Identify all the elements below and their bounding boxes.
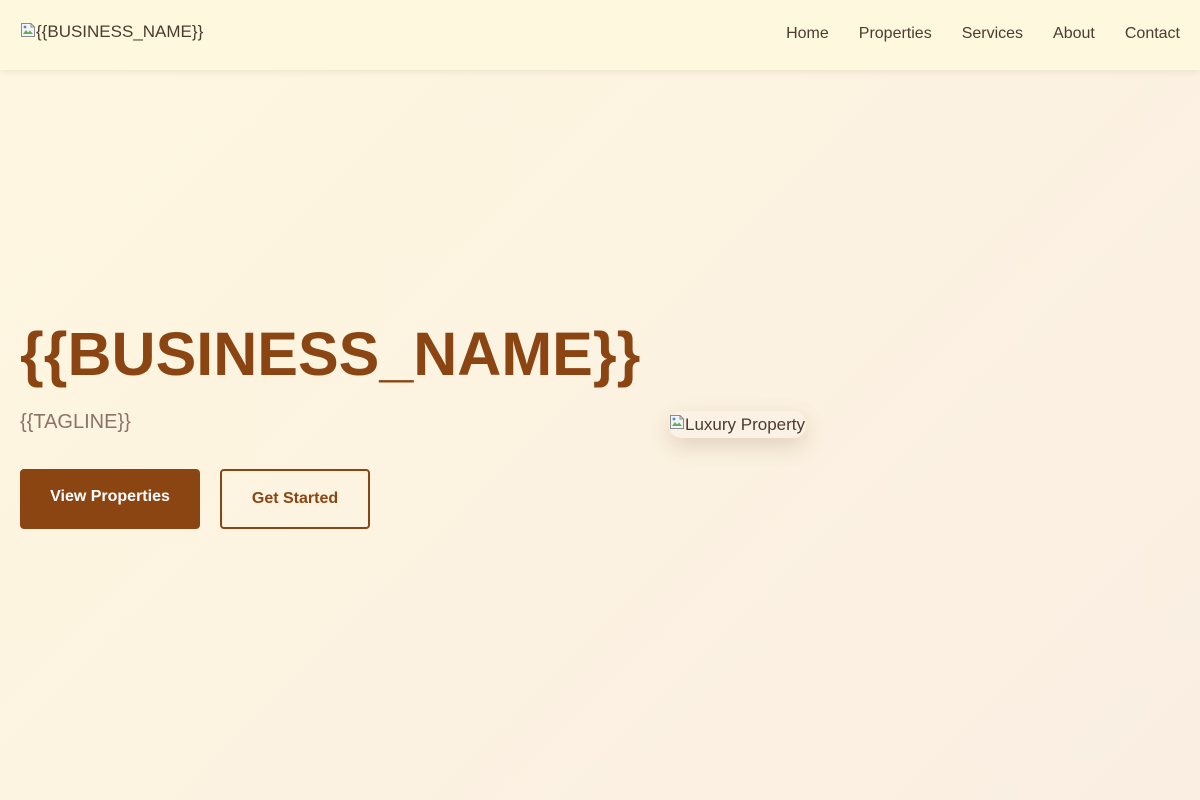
main-nav: Home Properties Services About Contact <box>786 24 1180 44</box>
nav-services[interactable]: Services <box>962 24 1023 44</box>
hero-title: {{BUSINESS_NAME}} <box>20 320 641 388</box>
hero-image: Luxury Property <box>669 411 806 438</box>
broken-image-icon <box>670 414 684 429</box>
site-header: {{BUSINESS_NAME}} Home Properties Servic… <box>0 0 1200 70</box>
nav-home[interactable]: Home <box>786 24 829 44</box>
broken-image-icon <box>21 23 35 37</box>
nav-contact[interactable]: Contact <box>1125 24 1180 44</box>
get-started-button[interactable]: Get Started <box>220 469 370 529</box>
hero-tagline: {{TAGLINE}} <box>20 411 131 433</box>
view-properties-button[interactable]: View Properties <box>20 469 200 529</box>
logo[interactable]: {{BUSINESS_NAME}} <box>20 22 203 42</box>
logo-alt-text: {{BUSINESS_NAME}} <box>36 22 204 41</box>
hero-image-alt-text: Luxury Property <box>685 414 805 434</box>
nav-about[interactable]: About <box>1053 24 1095 44</box>
nav-properties[interactable]: Properties <box>859 24 932 44</box>
